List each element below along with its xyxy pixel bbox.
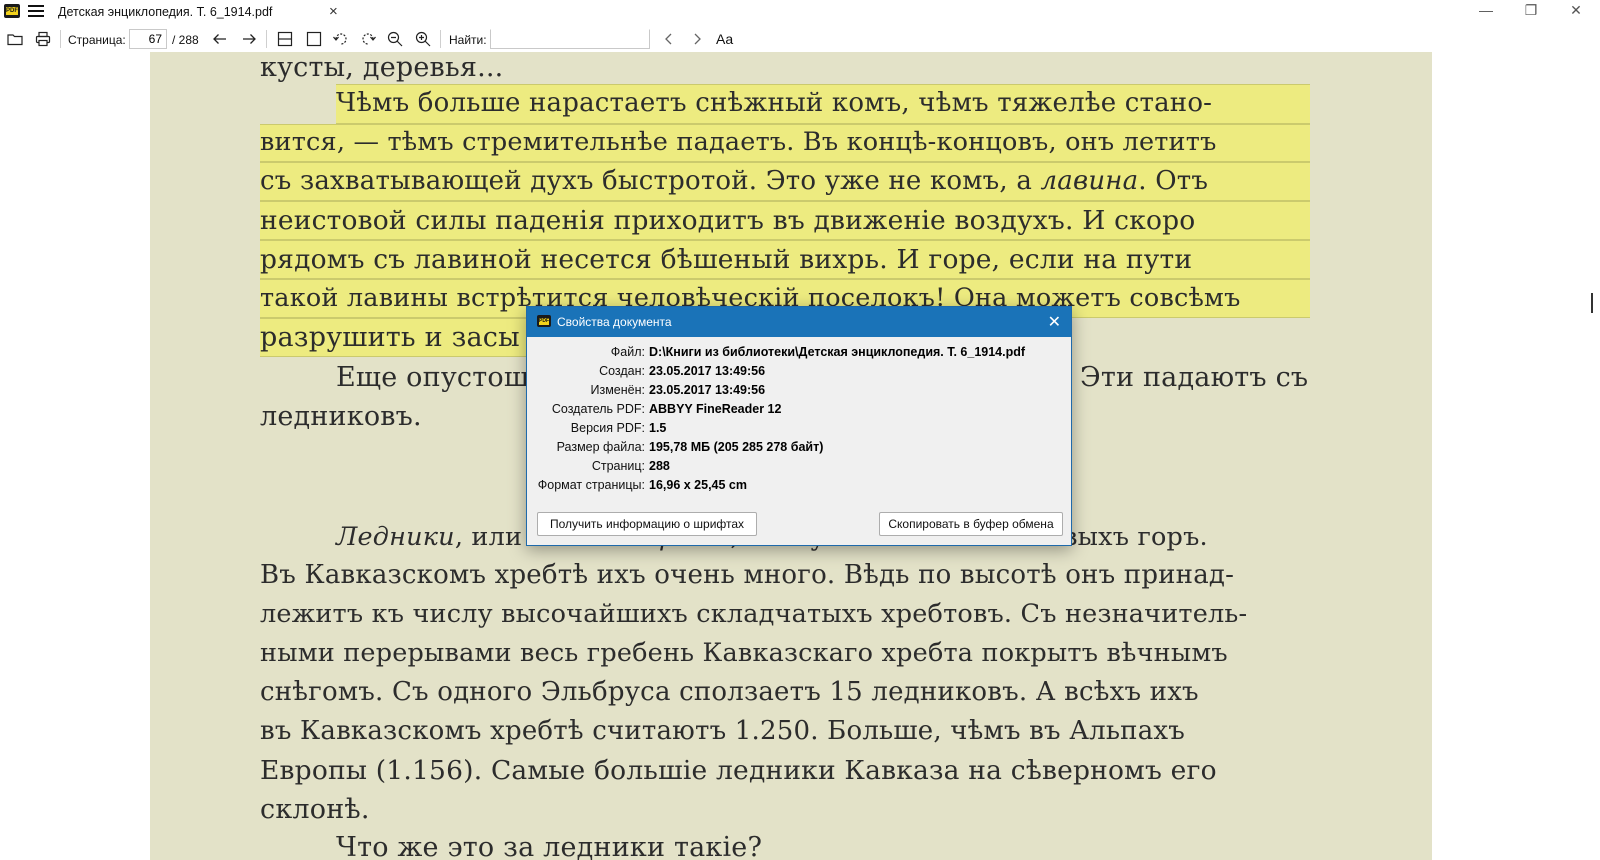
property-label: Создатель PDF: bbox=[551, 402, 645, 416]
next-page-icon[interactable] bbox=[239, 29, 259, 49]
match-case-icon[interactable]: Aa bbox=[716, 31, 733, 47]
page-text-line: Въ Кавказскомъ хребтѣ ихъ очень много. В… bbox=[260, 560, 1235, 590]
page-text-line: склонѣ. bbox=[260, 794, 370, 825]
property-value: 23.05.2017 13:49:56 bbox=[649, 383, 766, 397]
restore-button[interactable]: ❐ bbox=[1521, 2, 1541, 19]
dialog-close-icon[interactable]: ✕ bbox=[1048, 312, 1061, 332]
property-label: Создан: bbox=[599, 364, 645, 378]
property-row-modified: Изменён: 23.05.2017 13:49:56 bbox=[527, 381, 1073, 400]
page-text-line: Что же это за ледники такіе? bbox=[336, 832, 763, 860]
dialog-title-bar[interactable]: PDF Свойства документа ✕ bbox=[527, 307, 1071, 337]
rotate-left-icon[interactable] bbox=[331, 29, 351, 49]
tab-close-icon[interactable]: × bbox=[329, 3, 338, 20]
document-tab-title[interactable]: Детская энциклопедия. Т. 6_1914.pdf bbox=[58, 5, 272, 19]
document-properties-dialog: PDF Свойства документа ✕ Файл: D:\Книги … bbox=[526, 306, 1072, 546]
property-value: ABBYY FineReader 12 bbox=[649, 402, 782, 416]
open-folder-icon[interactable] bbox=[5, 29, 25, 49]
property-value: 195,78 МБ (205 285 278 байт) bbox=[649, 440, 824, 454]
property-label: Формат страницы: bbox=[537, 478, 645, 492]
close-window-button[interactable]: ✕ bbox=[1566, 2, 1586, 19]
rotate-right-icon[interactable] bbox=[358, 29, 378, 49]
page-number-input[interactable] bbox=[129, 29, 167, 49]
property-label: Версия PDF: bbox=[570, 421, 645, 435]
page-total: / 288 bbox=[172, 33, 199, 47]
page-text-line: въ Кавказскомъ хребтѣ считаютъ 1.250. Бо… bbox=[260, 716, 1186, 746]
title-bar: PDF Детская энциклопедия. Т. 6_1914.pdf … bbox=[0, 0, 1600, 26]
find-previous-icon[interactable] bbox=[659, 29, 679, 49]
copy-to-clipboard-button[interactable]: Скопировать в буфер обмена bbox=[879, 512, 1063, 536]
fit-page-icon[interactable] bbox=[304, 29, 324, 49]
fit-width-icon[interactable] bbox=[275, 29, 295, 49]
zoom-in-icon[interactable] bbox=[413, 29, 433, 49]
page-text-line: снѣгомъ. Съ одного Эльбруса сползаетъ 15… bbox=[260, 677, 1199, 707]
vertical-scrollbar-thumb[interactable] bbox=[1591, 293, 1593, 313]
find-label: Найти: bbox=[449, 33, 487, 47]
font-info-button[interactable]: Получить информацию о шрифтах bbox=[537, 512, 757, 536]
property-row-created: Создан: 23.05.2017 13:49:56 bbox=[527, 362, 1073, 381]
property-label: Файл: bbox=[610, 345, 645, 359]
previous-page-icon[interactable] bbox=[210, 29, 230, 49]
page-text-line: ными перерывами весь гребень Кавказскаго… bbox=[260, 638, 1228, 668]
page-text-line: вится, — тѣмъ стремительнѣе падаетъ. Въ … bbox=[260, 127, 1217, 157]
property-value: 1.5 bbox=[649, 421, 667, 435]
print-icon[interactable] bbox=[33, 29, 53, 49]
property-label: Страниц: bbox=[591, 459, 645, 473]
property-value: 16,96 x 25,45 cm bbox=[649, 478, 747, 492]
page-text-line: ледниковъ. bbox=[260, 401, 422, 432]
property-value: 288 bbox=[649, 459, 670, 473]
hamburger-menu-icon[interactable] bbox=[28, 5, 44, 19]
page-text-line: Эти падаютъ съ bbox=[1080, 362, 1309, 393]
toolbar-separator bbox=[60, 30, 61, 48]
property-value: 23.05.2017 13:49:56 bbox=[649, 364, 766, 378]
page-text-line: съ захватывающей духъ быстротой. Это уже… bbox=[260, 166, 1209, 196]
find-next-icon[interactable] bbox=[687, 29, 707, 49]
property-row-pdf-version: Версия PDF: 1.5 bbox=[527, 419, 1073, 438]
property-row-file: Файл: D:\Книги из библиотеки\Детская энц… bbox=[527, 343, 1073, 362]
dialog-title: Свойства документа bbox=[557, 315, 672, 329]
property-label: Размер файла: bbox=[556, 440, 645, 454]
page-text-line: неистовой силы паденія приходитъ въ движ… bbox=[260, 205, 1196, 236]
zoom-out-icon[interactable] bbox=[385, 29, 405, 49]
page-text-line: разрушить и засы bbox=[260, 322, 520, 353]
property-row-file-size: Размер файла: 195,78 МБ (205 285 278 бай… bbox=[527, 438, 1073, 457]
property-row-page-format: Формат страницы: 16,96 x 25,45 cm bbox=[527, 476, 1073, 495]
page-text-line: рядомъ съ лавиной несется бѣшеный вихрь.… bbox=[260, 244, 1193, 275]
page-text-line: кусты, деревья... bbox=[260, 52, 504, 83]
toolbar-separator bbox=[440, 30, 441, 48]
app-logo-icon: PDF bbox=[537, 315, 551, 327]
toolbar-separator bbox=[266, 30, 267, 48]
find-input[interactable] bbox=[490, 29, 650, 49]
page-text-line: Чѣмъ больше нарастаетъ снѣжный комъ, чѣм… bbox=[336, 88, 1213, 118]
page-text-line: Европы (1.156). Самые большіе ледники Ка… bbox=[260, 755, 1217, 786]
property-label: Изменён: bbox=[590, 383, 646, 397]
toolbar: Страница: / 288 Найти: Aa bbox=[0, 26, 1600, 52]
page-text-line: Еще опустош bbox=[336, 362, 530, 393]
property-row-pages: Страниц: 288 bbox=[527, 457, 1073, 476]
property-value: D:\Книги из библиотеки\Детская энциклопе… bbox=[649, 345, 1026, 359]
property-row-creator: Создатель PDF: ABBYY FineReader 12 bbox=[527, 400, 1073, 419]
page-label: Страница: bbox=[68, 33, 126, 47]
app-logo-icon: PDF bbox=[4, 4, 20, 18]
minimize-button[interactable]: — bbox=[1476, 2, 1496, 18]
page-text-line: лежитъ къ числу высочайшихъ складчатыхъ … bbox=[260, 599, 1248, 629]
